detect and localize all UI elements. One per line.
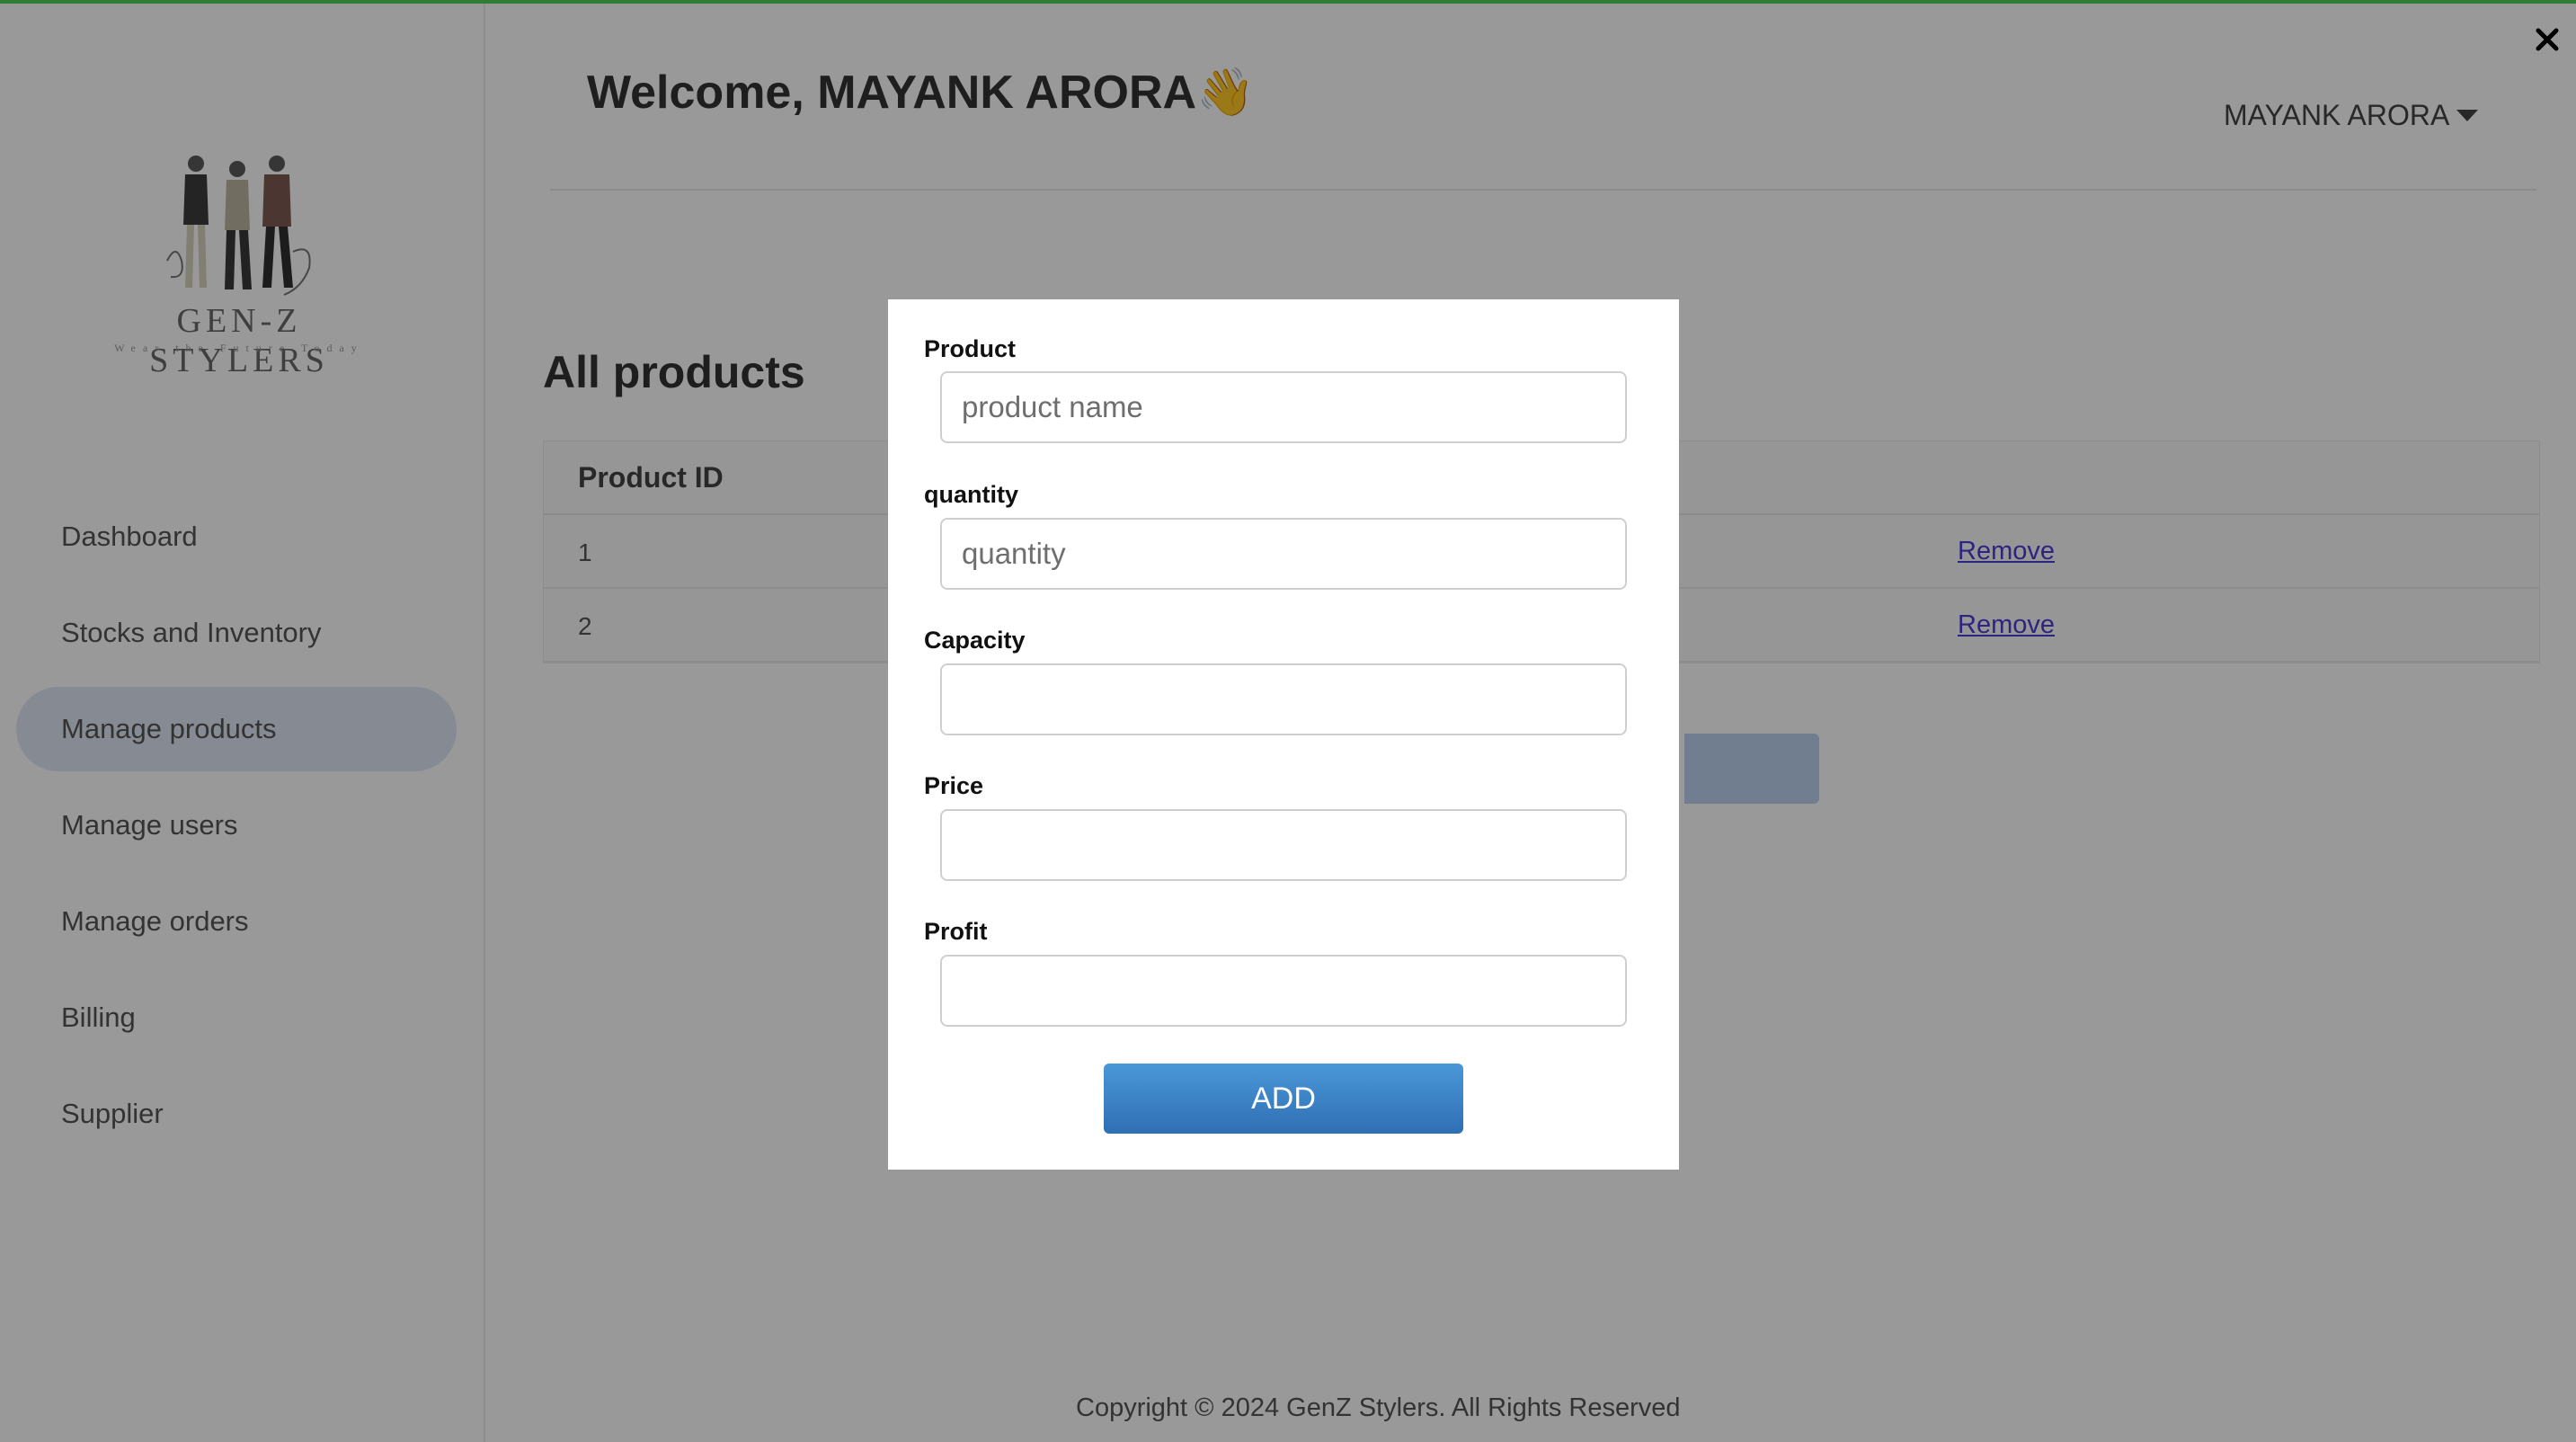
product-label: Product <box>924 335 1017 362</box>
price-label: Price <box>924 772 984 799</box>
capacity-input[interactable] <box>940 663 1627 735</box>
quantity-label: quantity <box>924 481 1018 508</box>
price-input[interactable] <box>940 809 1627 881</box>
product-name-input[interactable] <box>940 371 1627 443</box>
close-icon[interactable] <box>2533 25 2562 54</box>
profit-label: Profit <box>924 918 988 945</box>
capacity-label: Capacity <box>924 627 1026 654</box>
add-button[interactable]: ADD <box>1104 1064 1463 1134</box>
quantity-input[interactable] <box>940 518 1627 590</box>
add-product-modal: Product quantity Capacity Price Profit A… <box>888 299 1679 1170</box>
profit-input[interactable] <box>940 955 1627 1027</box>
